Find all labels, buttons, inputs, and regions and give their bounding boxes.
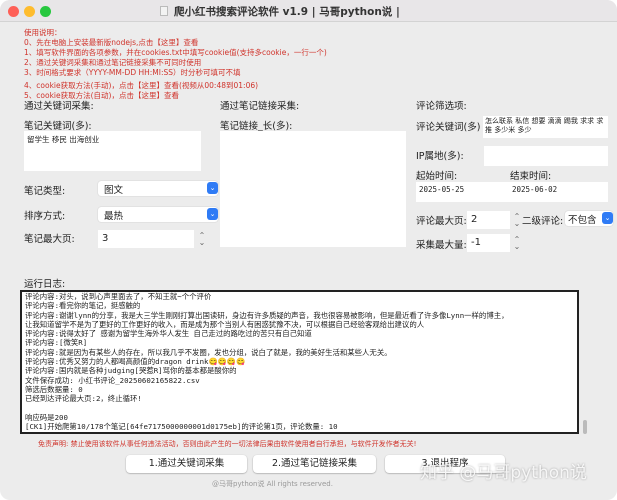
note-maxpage-input[interactable]: 3 bbox=[98, 230, 194, 248]
watermark: 知乎 @马哥python说 bbox=[420, 463, 587, 483]
comment-maxpage-label: 评论最大页: bbox=[416, 216, 467, 227]
log-line: [CK1]开始爬第10/178个笔记[64fe7175000000001d017… bbox=[25, 422, 338, 432]
log-line: 评论内容:国内就是各种judging[哭惹R]骂你的基本都是酸你的 bbox=[25, 366, 237, 376]
level2-select[interactable]: 不包含 ⌄ bbox=[565, 211, 613, 226]
log-line: 评论内容:就是因为有某些人的存在，所以我几乎不发圈，发也分组，说白了就是，我的美… bbox=[25, 347, 392, 357]
instruction-line: 2、通过关键词采集和通过笔记链接采集不可同时使用 bbox=[24, 58, 202, 67]
instruction-line[interactable]: 4、cookie获取方法(手动)，点击【这里】查看(视频从00:48到01:06… bbox=[24, 81, 327, 91]
keyword-collect-button[interactable]: 1.通过关键词采集 bbox=[126, 455, 247, 473]
keywords-label: 笔记关键词(多): bbox=[24, 121, 92, 132]
window-title: 爬小红书搜索评论软件 v1.9 | 马哥python说 | bbox=[174, 6, 400, 18]
comment-keywords-input[interactable]: 怎么联系 私信 想要 滴滴 踢我 求求 求推 多少米 多少 bbox=[483, 116, 608, 138]
close-button[interactable] bbox=[8, 6, 19, 17]
log-line: 评论内容:[微笑R] bbox=[25, 338, 88, 348]
level2-value: 不包含 bbox=[568, 215, 597, 226]
instruction-line: 使用说明： bbox=[24, 28, 62, 37]
log-label: 运行日志: bbox=[24, 279, 66, 290]
note-type-label: 笔记类型: bbox=[24, 186, 66, 197]
ip-input[interactable] bbox=[484, 146, 608, 166]
sort-value: 最热 bbox=[104, 211, 124, 222]
maxcount-input[interactable]: -1 bbox=[467, 234, 510, 252]
link-collect-button[interactable]: 2.通过笔记链接采集 bbox=[253, 455, 376, 473]
log-line: 评论内容:说得太好了 感谢为留学生海外华人发生 自己走过的路吃过的苦只有自己知道 bbox=[25, 329, 312, 339]
instruction-line: 3、时间格式要求（YYYY-MM-DD HH:MI:SS）时分秒可填可不填 bbox=[24, 68, 241, 77]
start-time-input[interactable]: 2025-05-25 bbox=[416, 182, 512, 202]
filter-section-header: 评论筛选项: bbox=[416, 101, 467, 112]
maxcount-stepper[interactable]: ⌃ ⌄ bbox=[513, 236, 521, 251]
log-line: 评论内容:对头，说到心声里面去了，不知王就~个个评价 bbox=[25, 292, 212, 301]
maxcount-label: 采集最大量: bbox=[416, 240, 467, 251]
log-line: 筛选后数据量: 0 bbox=[25, 384, 83, 394]
maximize-button[interactable] bbox=[40, 6, 51, 17]
chevron-down-icon: ⌄ bbox=[602, 212, 613, 224]
keyword-section-header: 通过关键词采集: bbox=[24, 101, 94, 112]
chevron-down-icon: ⌄ bbox=[207, 208, 218, 220]
note-type-value: 图文 bbox=[104, 185, 124, 196]
note-maxpage-label: 笔记最大页: bbox=[24, 234, 75, 245]
comment-keywords-label: 评论关键词(多) bbox=[416, 122, 481, 133]
log-output[interactable]: 评论内容:对头，说到心声里面去了，不知王就~个个评价 评论内容:看完你的笔记，挺感… bbox=[20, 290, 579, 434]
level2-label: 二级评论: bbox=[522, 216, 564, 227]
disclaimer: 免责声明: 禁止使用该软件从事任何违法活动，否则由此产生的一切法律后果由软件使用… bbox=[38, 440, 417, 448]
chevron-down-icon: ⌄ bbox=[207, 182, 218, 194]
log-line: 评论内容:看完你的笔记，挺感触的 bbox=[25, 301, 141, 311]
log-line: 已经到达评论最大页:2，终止循环! bbox=[25, 394, 142, 404]
note-maxpage-stepper[interactable]: ⌃ ⌄ bbox=[198, 232, 206, 247]
copyright: @马哥python说 All rights reserved. bbox=[212, 480, 333, 488]
keywords-input[interactable]: 留学生 移民 出海创业 bbox=[24, 131, 201, 171]
links-label: 笔记链接_长(多): bbox=[220, 121, 293, 132]
log-line: 文件保存成功: 小红书评论_20250602165822.csv bbox=[25, 375, 200, 385]
end-time-input[interactable]: 2025-06-02 bbox=[509, 182, 608, 202]
links-input[interactable] bbox=[220, 131, 406, 247]
log-line: 评论内容:优秀又努力的人都喝高颜值的dragon drink😋😋😋😋 bbox=[25, 357, 246, 367]
document-icon bbox=[160, 6, 168, 16]
sort-label: 排序方式: bbox=[24, 211, 66, 222]
title-bar: 爬小红书搜索评论软件 v1.9 | 马哥python说 | bbox=[0, 0, 617, 22]
log-line: 让我知道留学不是为了更好的工作更好的收入，而是成为那个当别人有困惑犹豫不决，可以… bbox=[25, 319, 425, 329]
instructions: 使用说明： 0、先在电脑上安装最新版nodejs,点击【这里】查看 1、填写软件… bbox=[24, 28, 327, 101]
log-line: 响应码是200 bbox=[25, 412, 68, 422]
log-scrollbar[interactable] bbox=[583, 420, 587, 434]
comment-maxpage-input[interactable]: 2 bbox=[467, 211, 510, 229]
instruction-line: 1、填写软件界面的各项参数，并在cookies.txt中填写cookie值(支持… bbox=[24, 48, 327, 57]
start-time-label: 起始时间: bbox=[416, 171, 458, 182]
log-line: 评论内容:谢谢lynn的分享，我是大三学生刚刚打算出国读研，身边有许多质疑的声音… bbox=[25, 310, 509, 320]
link-section-header: 通过笔记链接采集: bbox=[220, 101, 300, 112]
sort-select[interactable]: 最热 ⌄ bbox=[98, 207, 218, 222]
end-time-label: 结束时间: bbox=[510, 171, 552, 182]
ip-label: IP属地(多): bbox=[416, 151, 464, 162]
note-type-select[interactable]: 图文 ⌄ bbox=[98, 181, 218, 196]
app-window: 爬小红书搜索评论软件 v1.9 | 马哥python说 | 使用说明： 0、先在… bbox=[0, 0, 617, 500]
minimize-button[interactable] bbox=[24, 6, 35, 17]
comment-maxpage-stepper[interactable]: ⌃ ⌄ bbox=[513, 213, 521, 228]
instruction-line[interactable]: 0、先在电脑上安装最新版nodejs,点击【这里】查看 bbox=[24, 38, 327, 48]
